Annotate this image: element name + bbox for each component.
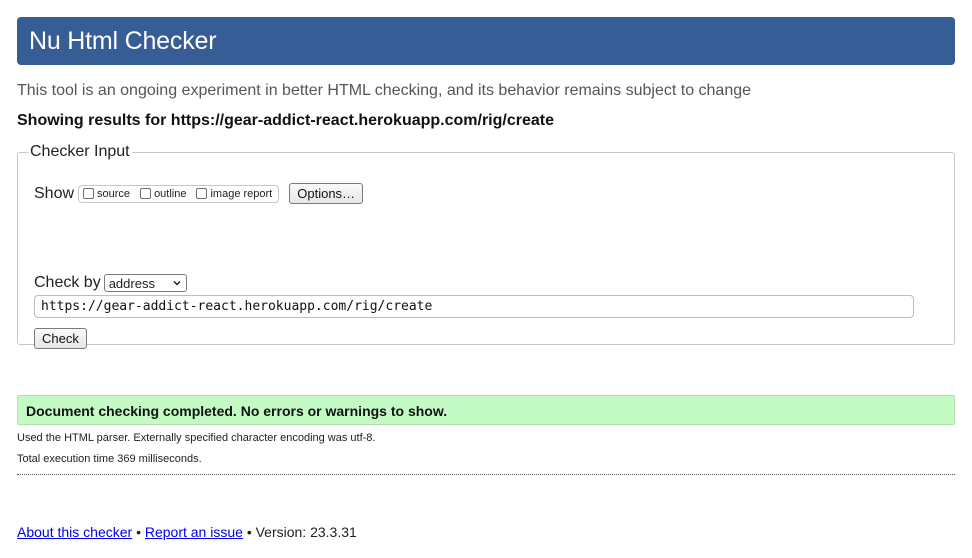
version-text: Version: 23.3.31 — [255, 524, 357, 540]
report-issue-link[interactable]: Report an issue — [145, 524, 243, 540]
showing-results-heading: Showing results for https://gear-addict-… — [17, 112, 554, 129]
check-by-label: Check by — [34, 274, 101, 291]
footer: About this checker • Report an issue • V… — [17, 524, 357, 540]
show-label: Show — [34, 184, 75, 202]
outline-label: outline — [154, 187, 187, 200]
show-source-option[interactable]: source — [83, 188, 130, 200]
show-image-report-option[interactable]: image report — [196, 188, 272, 200]
options-button[interactable]: Options… — [289, 183, 364, 204]
outline-checkbox[interactable] — [140, 188, 152, 199]
check-by-row: Check by address — [34, 274, 187, 292]
source-checkbox[interactable] — [83, 188, 95, 199]
image-report-label: image report — [210, 187, 273, 200]
source-label: source — [97, 187, 131, 200]
tagline: This tool is an ongoing experiment in be… — [17, 82, 752, 99]
execution-time-info: Total execution time 369 milliseconds. — [17, 453, 202, 465]
page-title: Nu Html Checker — [29, 27, 217, 55]
about-checker-link[interactable]: About this checker — [17, 524, 132, 540]
check-by-selected-value: address — [108, 275, 155, 291]
show-outline-option[interactable]: outline — [140, 188, 186, 200]
image-report-checkbox[interactable] — [196, 188, 208, 199]
parser-info: Used the HTML parser. Externally specifi… — [17, 432, 376, 444]
footer-separator: • — [136, 524, 141, 540]
chevron-down-icon — [173, 280, 181, 286]
url-input[interactable]: https://gear-addict-react.herokuapp.com/… — [34, 295, 914, 318]
show-options-group: source outline image report — [78, 184, 280, 203]
header-banner: Nu Html Checker — [17, 17, 955, 65]
checker-input-legend: Checker Input — [30, 143, 130, 160]
check-by-select[interactable]: address — [103, 274, 187, 292]
footer-separator: • — [246, 524, 252, 540]
show-options-row: Show source outline image report Options… — [34, 183, 364, 204]
checker-input-fieldset: Checker Input Show source outline image … — [17, 143, 955, 349]
dotted-divider — [17, 474, 955, 475]
check-button[interactable]: Check — [34, 328, 87, 349]
success-message: Document checking completed. No errors o… — [17, 395, 955, 425]
